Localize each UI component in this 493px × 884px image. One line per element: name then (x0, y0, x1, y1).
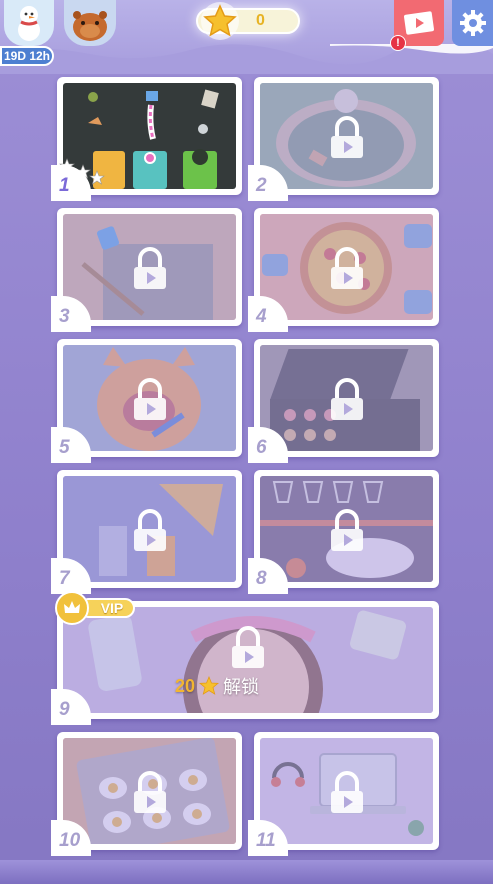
capybara-avatar-icon (73, 11, 107, 41)
unlock-with-stars[interactable]: 20 解锁 (175, 673, 259, 699)
bottom-fade (0, 860, 493, 884)
capybara-avatar-button[interactable] (64, 0, 116, 46)
settings-button[interactable] (452, 0, 493, 46)
level-card-8[interactable]: 8 (248, 470, 439, 594)
lock-icon (330, 378, 363, 420)
level-card-6[interactable]: 6 (248, 339, 439, 463)
lock-icon (330, 116, 363, 158)
lock-icon (232, 626, 264, 668)
level-card-2[interactable]: 2 (248, 77, 439, 201)
level-card-7[interactable]: 7 (51, 470, 242, 594)
unlock-label: 解锁 (223, 677, 260, 697)
lock-icon (330, 247, 363, 289)
star-icon (199, 676, 220, 695)
snowman-avatar-icon (18, 6, 40, 41)
lock-icon (133, 247, 166, 289)
lock-icon (133, 509, 166, 551)
star-counter: 0 (196, 2, 300, 40)
event-timer: 19D 12h (0, 46, 54, 66)
level-card-11[interactable]: 11 (248, 732, 439, 856)
star-icon (201, 2, 239, 40)
level-card-4[interactable]: 4 (248, 208, 439, 332)
unlock-cost: 20 (175, 675, 196, 696)
video-ad-icon (404, 11, 434, 35)
lock-icon (133, 771, 166, 813)
level-card-1[interactable]: 1 (51, 77, 242, 201)
lock-icon (330, 771, 363, 813)
gear-icon (459, 10, 486, 36)
lock-icon (330, 509, 363, 551)
snow-edge-decoration (0, 44, 493, 74)
star-count: 0 (256, 12, 265, 29)
lock-icon (133, 378, 166, 420)
level-card-3[interactable]: 3 (51, 208, 242, 332)
level-card-10[interactable]: 10 (51, 732, 242, 856)
snowman-avatar-button[interactable] (4, 0, 54, 46)
crown-icon (55, 591, 89, 625)
video-alert-badge: ! (390, 35, 406, 51)
level-card-5[interactable]: 5 (51, 339, 242, 463)
vip-badge: VIP (55, 591, 137, 625)
